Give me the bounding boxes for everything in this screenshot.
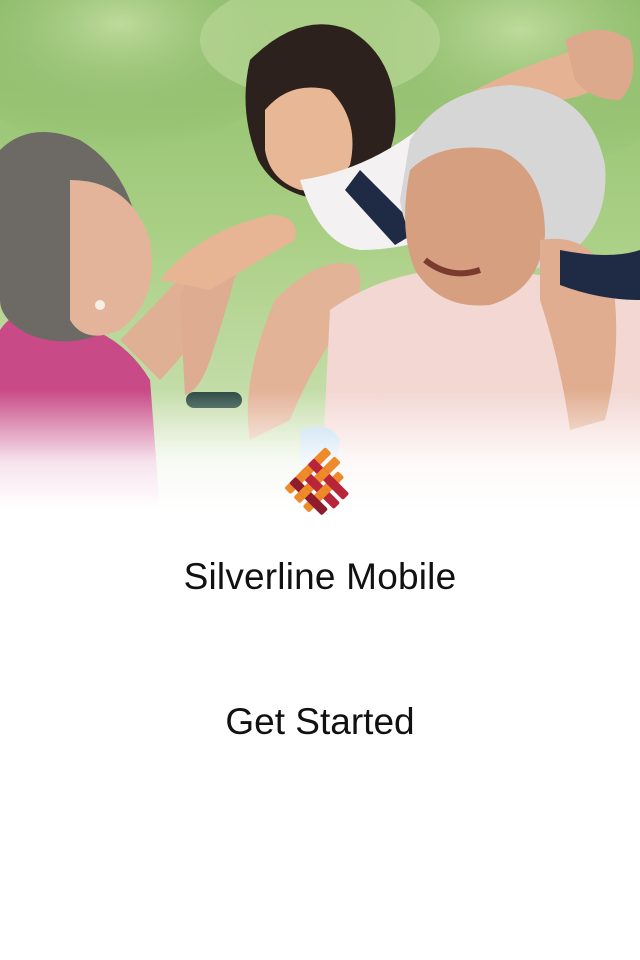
hero-photo [0, 0, 640, 510]
woven-heart-icon [285, 447, 349, 515]
splash-screen: Silverline Mobile Get Started [0, 0, 640, 960]
get-started-button[interactable]: Get Started [180, 692, 460, 752]
app-title: Silverline Mobile [183, 556, 457, 597]
